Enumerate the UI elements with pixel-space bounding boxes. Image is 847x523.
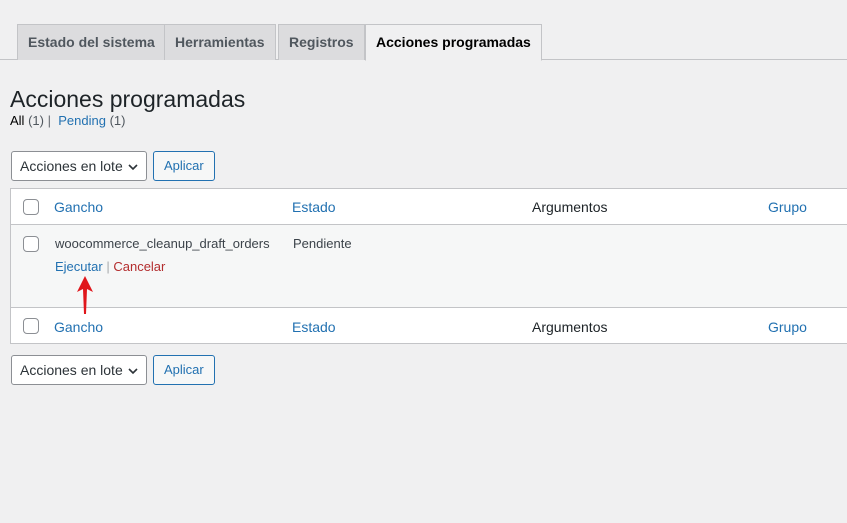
hook-name: woocommerce_cleanup_draft_orders (55, 236, 270, 251)
tab-acciones-programadas[interactable]: Acciones programadas (365, 24, 542, 61)
apply-button-bottom[interactable]: Aplicar (153, 355, 215, 385)
red-arrow-up-icon (77, 276, 93, 314)
row-actions: Ejecutar | Cancelar (55, 259, 165, 274)
filter-all-count: (1) (28, 113, 44, 128)
filter-all[interactable]: All (10, 113, 24, 128)
filter-separator: | (47, 113, 51, 128)
run-action-link[interactable]: Ejecutar (55, 259, 103, 274)
column-header-estado[interactable]: Estado (292, 199, 336, 215)
select-all-checkbox[interactable] (23, 199, 39, 215)
nav-tabs: Estado del sistema Herramientas Registro… (0, 0, 847, 61)
select-all-checkbox-footer[interactable] (23, 318, 39, 334)
status-text: Pendiente (293, 236, 352, 251)
cancel-action-link[interactable]: Cancelar (113, 259, 165, 274)
bulk-actions-select-value: Acciones en lote (20, 362, 123, 378)
column-header-grupo[interactable]: Grupo (768, 199, 807, 215)
scheduled-actions-table: Gancho Estado Argumentos Grupo woocommer… (10, 188, 847, 344)
column-footer-estado[interactable]: Estado (292, 319, 336, 335)
column-header-argumentos: Argumentos (532, 199, 608, 215)
column-footer-grupo[interactable]: Grupo (768, 319, 807, 335)
row-checkbox[interactable] (23, 236, 39, 252)
table-header-row: Gancho Estado Argumentos Grupo (11, 189, 847, 225)
table-footer-row: Gancho Estado Argumentos Grupo (11, 307, 847, 344)
bulk-actions-top: Acciones en lote Aplicar (11, 151, 215, 181)
bulk-actions-select[interactable]: Acciones en lote (11, 151, 147, 181)
tab-estado-del-sistema[interactable]: Estado del sistema (17, 24, 166, 60)
bulk-actions-bottom: Acciones en lote Aplicar (11, 355, 215, 385)
bulk-actions-select-value: Acciones en lote (20, 158, 123, 174)
filter-pending-count: (1) (109, 113, 126, 128)
table-row: woocommerce_cleanup_draft_orders Pendien… (11, 225, 847, 307)
apply-button[interactable]: Aplicar (153, 151, 215, 181)
bulk-actions-select-bottom[interactable]: Acciones en lote (11, 355, 147, 385)
filter-pending[interactable]: Pending (58, 113, 106, 128)
row-actions-separator: | (106, 259, 110, 274)
tab-herramientas[interactable]: Herramientas (164, 24, 276, 60)
chevron-down-icon (128, 368, 138, 375)
status-filter-links: All (1) | Pending (1) (10, 113, 125, 129)
chevron-down-icon (128, 164, 138, 171)
tab-registros[interactable]: Registros (278, 24, 365, 60)
column-footer-argumentos: Argumentos (532, 319, 608, 335)
column-footer-gancho[interactable]: Gancho (54, 319, 103, 335)
column-header-gancho[interactable]: Gancho (54, 199, 103, 215)
page-title: Acciones programadas (10, 86, 246, 112)
